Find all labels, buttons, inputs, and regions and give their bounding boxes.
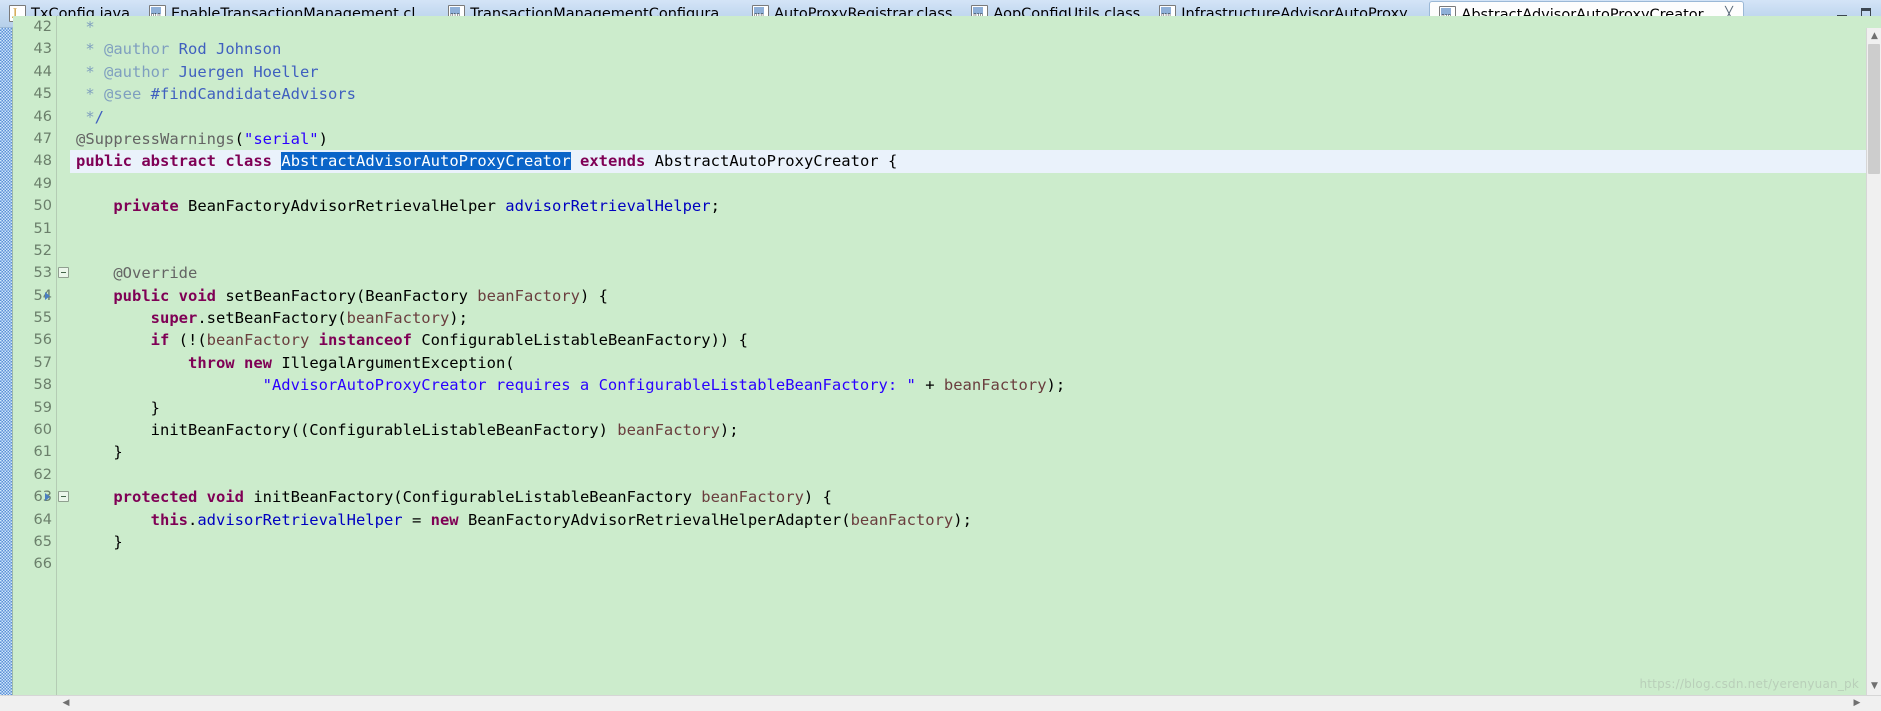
code-line[interactable]: "AdvisorAutoProxyCreator requires a Conf… (70, 374, 1881, 396)
line-number: 44 (33, 63, 52, 80)
code-line[interactable] (70, 240, 1881, 262)
code-line[interactable]: super.setBeanFactory(beanFactory); (70, 307, 1881, 329)
fold-collapse-icon[interactable] (58, 491, 69, 503)
scroll-down-icon[interactable]: ▼ (1867, 678, 1881, 694)
code-line[interactable]: private BeanFactoryAdvisorRetrievalHelpe… (70, 195, 1881, 217)
fold-cell (57, 173, 70, 195)
code-line[interactable]: * @author Rod Johnson (70, 38, 1881, 60)
code-line[interactable]: * @see #findCandidateAdvisors (70, 83, 1881, 105)
fold-cell (57, 16, 70, 38)
code-line[interactable]: @Override (70, 262, 1881, 284)
code-line[interactable] (70, 218, 1881, 240)
code-line[interactable]: public void setBeanFactory(BeanFactory b… (70, 285, 1881, 307)
code-line[interactable]: protected void initBeanFactory(Configura… (70, 486, 1881, 508)
line-number: 61 (33, 444, 52, 461)
line-number: 62 (33, 466, 52, 483)
code-line[interactable]: if (!(beanFactory instanceof Configurabl… (70, 329, 1881, 351)
line-number: 42 (33, 19, 52, 35)
horizontal-scrollbar[interactable]: ◀ ▶ (0, 695, 1881, 711)
line-number: 60 (33, 422, 52, 439)
fold-cell (57, 397, 70, 419)
line-number: 52 (33, 242, 52, 259)
fold-cell (57, 240, 70, 262)
change-ruler (0, 28, 13, 711)
fold-cell (57, 307, 70, 329)
fold-cell (57, 150, 70, 172)
fold-cell (57, 262, 70, 284)
line-number: 49 (33, 175, 52, 192)
code-line[interactable]: @SuppressWarnings("serial") (70, 128, 1881, 150)
code-line[interactable]: * @author Juergen Hoeller (70, 61, 1881, 83)
line-number: 45 (33, 86, 52, 103)
fold-collapse-icon[interactable] (58, 267, 69, 279)
line-number: 46 (33, 108, 52, 125)
fold-cell (57, 83, 70, 105)
scroll-left-icon[interactable]: ◀ (58, 696, 74, 711)
watermark-text: https://blog.csdn.net/yerenyuan_pk (1639, 677, 1859, 691)
scroll-right-icon[interactable]: ▶ (1849, 696, 1865, 711)
fold-cell (57, 441, 70, 463)
fold-cell (57, 531, 70, 553)
code-editor[interactable]: 42 43 44 45 46 47 48 49 50 51 52 53 54 55 56 57 58 59 60 61… (0, 16, 1881, 711)
fold-cell (45, 486, 70, 508)
line-number: 51 (33, 220, 52, 237)
line-number: 58 (33, 377, 52, 394)
fold-cell (57, 509, 70, 531)
line-number-gutter: 42 43 44 45 46 47 48 49 50 51 52 53 54 55 56 57 58 59 60 61… (13, 16, 57, 711)
line-number: 57 (33, 354, 52, 371)
override-marker-icon (45, 291, 54, 301)
fold-cell (57, 464, 70, 486)
fold-cell (57, 61, 70, 83)
code-line[interactable]: * (70, 16, 1881, 38)
scroll-up-icon[interactable]: ▲ (1867, 28, 1881, 44)
line-number: 59 (33, 399, 52, 416)
fold-cell (57, 128, 70, 150)
fold-cell (57, 106, 70, 128)
fold-cell (45, 285, 70, 307)
code-line[interactable] (70, 553, 1881, 575)
override-marker-icon (45, 493, 54, 502)
code-line[interactable]: this.advisorRetrievalHelper = new BeanFa… (70, 509, 1881, 531)
code-line[interactable] (70, 173, 1881, 195)
fold-cell (57, 329, 70, 351)
line-number: 56 (33, 332, 52, 349)
line-number: 48 (33, 153, 52, 170)
code-line[interactable]: */ (70, 106, 1881, 128)
fold-cell (57, 218, 70, 240)
folding-gutter[interactable] (45, 16, 70, 711)
code-line[interactable]: initBeanFactory((ConfigurableListableBea… (70, 419, 1881, 441)
line-number: 43 (33, 41, 52, 58)
line-number: 65 (33, 533, 52, 550)
fold-cell (57, 419, 70, 441)
line-number: 66 (33, 556, 52, 573)
code-line[interactable]: throw new IllegalArgumentException( (70, 352, 1881, 374)
fold-cell (57, 374, 70, 396)
vertical-scroll-thumb[interactable] (1868, 44, 1880, 174)
fold-cell (57, 195, 70, 217)
line-number: 47 (33, 130, 52, 147)
code-line[interactable]: } (70, 441, 1881, 463)
code-line[interactable]: } (70, 531, 1881, 553)
line-number: 50 (33, 198, 52, 215)
code-text-area[interactable]: * * @author Rod Johnson * @author Juerge… (70, 16, 1881, 711)
code-line[interactable]: } (70, 397, 1881, 419)
line-number: 64 (33, 511, 52, 528)
line-number: 55 (33, 310, 52, 327)
fold-cell (57, 553, 70, 575)
code-line[interactable]: public abstract class AbstractAdvisorAut… (70, 150, 1881, 173)
fold-cell (57, 38, 70, 60)
vertical-scrollbar[interactable]: ▲ ▼ (1866, 28, 1881, 711)
line-number: 53 (33, 265, 52, 282)
code-line[interactable] (70, 464, 1881, 486)
fold-cell (57, 352, 70, 374)
